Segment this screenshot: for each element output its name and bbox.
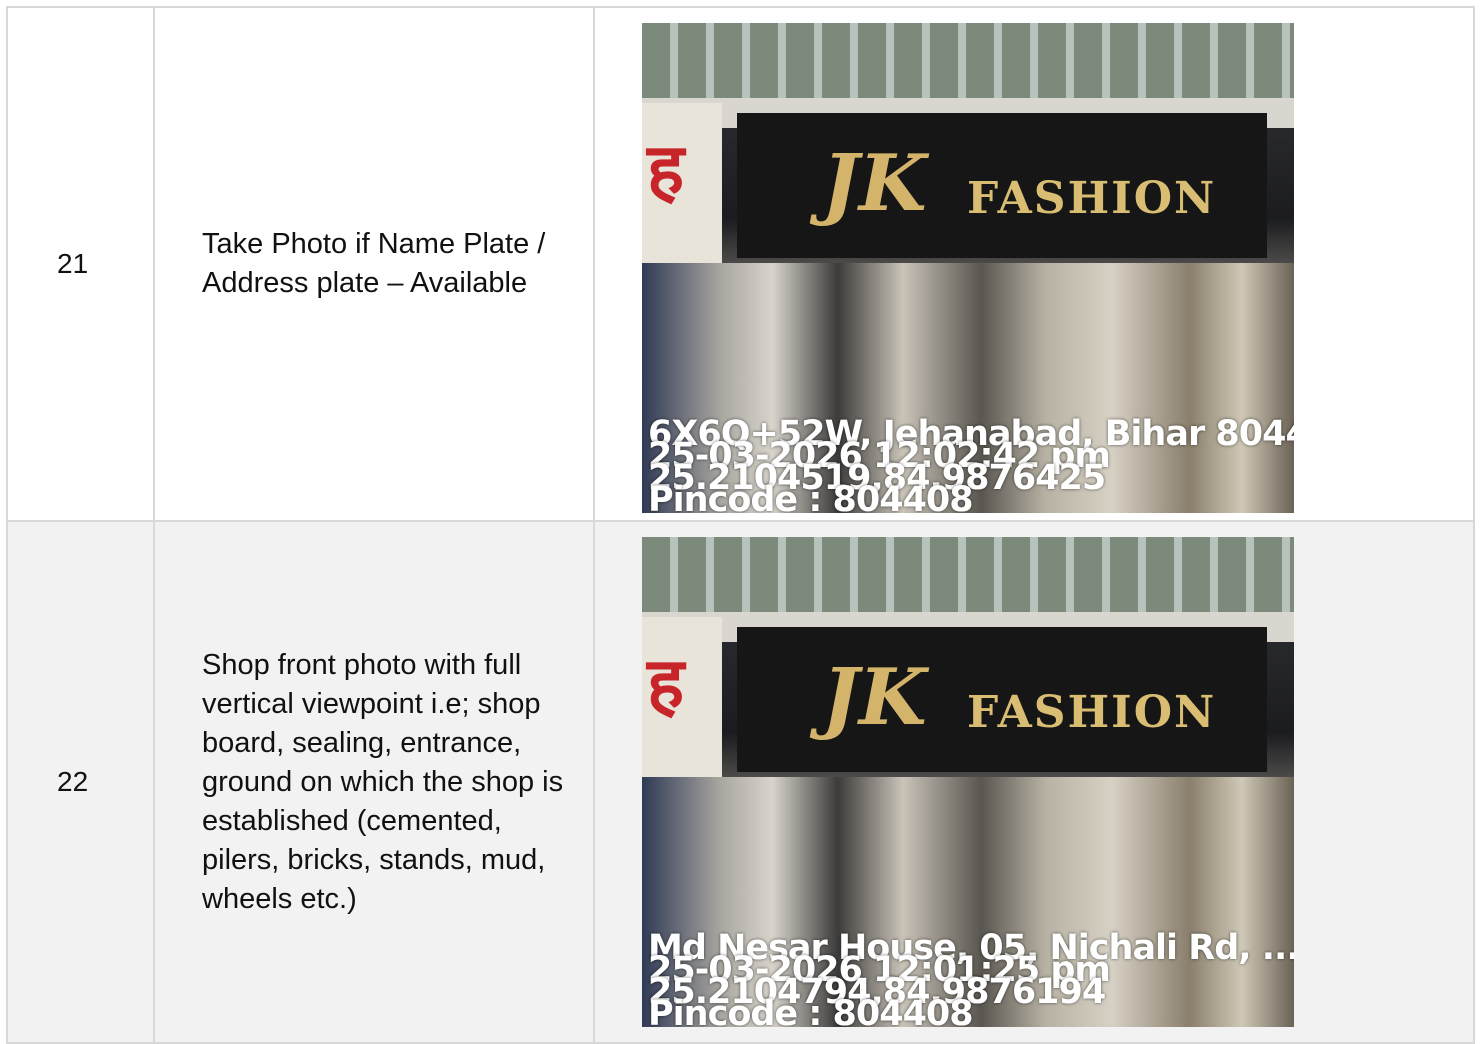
geotag-pincode: Pincode : 804408 (648, 480, 974, 514)
document-page: 21 Take Photo if Name Plate / Address pl… (0, 0, 1480, 1044)
signboard-logo: JK (822, 652, 927, 743)
row-number: 21 (6, 6, 155, 522)
geotag-overlay: Md Nesar House, 05, Nichali Rd, ... 25-0… (648, 931, 1294, 1028)
table-row: 22 Shop front photo with full vertical v… (6, 520, 1475, 1044)
photo-cell: ह JK FASHION 6X6Q+52W, Jehanabad, Bihar … (593, 6, 1475, 522)
photo-checklist-table: 21 Take Photo if Name Plate / Address pl… (6, 6, 1475, 1044)
side-sign-glyph: ह (647, 127, 685, 210)
building-facade (642, 537, 1294, 622)
table-row: 21 Take Photo if Name Plate / Address pl… (6, 6, 1475, 522)
shop-front-photo[interactable]: ह JK FASHION Md Nesar House, 05, Nichali… (642, 537, 1294, 1027)
row-description: Take Photo if Name Plate / Address plate… (153, 6, 595, 522)
signboard-brand-text: FASHION (967, 173, 1217, 224)
geotag-pincode: Pincode : 804408 (648, 994, 974, 1028)
side-sign-glyph: ह (647, 641, 685, 724)
building-facade (642, 23, 1294, 108)
shop-nameplate-photo[interactable]: ह JK FASHION 6X6Q+52W, Jehanabad, Bihar … (642, 23, 1294, 513)
photo-cell: ह JK FASHION Md Nesar House, 05, Nichali… (593, 520, 1475, 1044)
row-number: 22 (6, 520, 155, 1044)
signboard-brand-text: FASHION (967, 687, 1217, 738)
row-description: Shop front photo with full vertical view… (153, 520, 595, 1044)
geotag-overlay: 6X6Q+52W, Jehanabad, Bihar 804408, I 25-… (648, 417, 1294, 514)
signboard-logo: JK (822, 138, 927, 229)
